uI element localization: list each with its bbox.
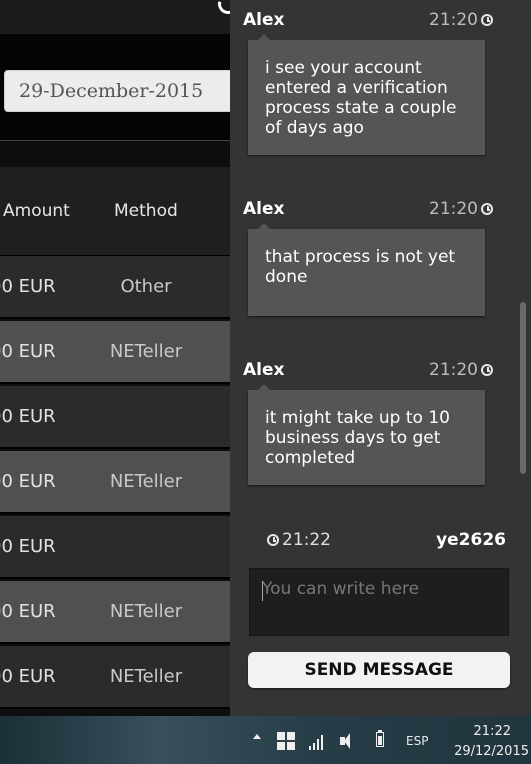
panel-topbar — [0, 0, 230, 34]
message-time: 21:20 — [429, 199, 493, 219]
table-row[interactable]: 00 EUR NETeller — [0, 451, 230, 514]
chat-panel: Alex 21:20 i see your account entered a … — [230, 0, 531, 716]
message-header: Alex 21:20 — [243, 199, 493, 223]
windows-flag-icon[interactable] — [277, 732, 295, 750]
send-message-button[interactable]: SEND MESSAGE — [248, 652, 510, 688]
table-header: Amount Method — [0, 167, 230, 256]
table-row[interactable]: 00 EUR — [0, 386, 230, 449]
sent-time: 21:22 — [267, 530, 331, 550]
column-header-amount[interactable]: Amount — [3, 201, 70, 221]
message-time: 21:20 — [429, 360, 493, 380]
volume-icon[interactable] — [340, 733, 354, 749]
amount-cell: 00 EUR — [0, 601, 56, 622]
sent-username: ye2626 — [436, 530, 506, 550]
message-bubble: i see your account entered a verificatio… — [248, 34, 485, 155]
method-cell: NETeller — [109, 601, 183, 622]
amount-cell: 00 EUR — [0, 471, 56, 492]
method-cell: Other — [120, 276, 172, 297]
language-indicator[interactable]: ESP — [406, 734, 428, 748]
table-row[interactable]: 00 EUR NETeller — [0, 646, 230, 709]
message-time: 21:20 — [429, 10, 493, 30]
amount-cell: 00 EUR — [0, 536, 56, 557]
battery-icon[interactable] — [376, 730, 384, 747]
amount-cell: 00 EUR — [0, 666, 56, 687]
show-hidden-icon[interactable] — [253, 734, 261, 739]
method-cell: NETeller — [109, 471, 183, 492]
message-bubble: that process is not yet done — [248, 223, 485, 316]
message-input[interactable]: You can write here — [249, 568, 509, 636]
amount-cell: 00 EUR — [0, 406, 56, 427]
table-row[interactable]: 00 EUR — [0, 516, 230, 579]
date-input[interactable]: 29-December-2015 — [4, 70, 230, 112]
message-text: that process is not yet done — [265, 247, 456, 287]
message-header: Alex 21:20 — [243, 10, 493, 34]
message-text: it might take up to 10 business days to … — [265, 408, 450, 468]
message-sender: Alex — [243, 360, 285, 380]
message-bubble: it might take up to 10 business days to … — [248, 384, 485, 485]
chat-scrollbar[interactable] — [520, 302, 526, 474]
clock-icon — [481, 203, 493, 215]
clock-icon — [481, 364, 493, 376]
message-text: i see your account entered a verificatio… — [265, 58, 457, 138]
deposits-panel: 29-December-2015 Amount Method 00 EUR Ot… — [0, 0, 230, 716]
table-row[interactable]: 00 EUR NETeller — [0, 581, 230, 644]
column-header-method[interactable]: Method — [114, 201, 178, 221]
clock-icon — [267, 534, 279, 546]
message-sender: Alex — [243, 10, 285, 30]
message-sender: Alex — [243, 199, 285, 219]
amount-cell: 00 EUR — [0, 276, 56, 297]
method-cell: NETeller — [109, 666, 183, 687]
signal-icon[interactable] — [309, 734, 325, 750]
taskbar-time[interactable]: 21:22 — [474, 724, 511, 739]
method-cell: NETeller — [109, 341, 183, 362]
amount-cell: 00 EUR — [0, 341, 56, 362]
table-row[interactable]: 00 EUR NETeller — [0, 321, 230, 384]
taskbar: ESP 21:22 29/12/2015 — [0, 716, 531, 764]
table-row[interactable]: 00 EUR Other — [0, 256, 230, 319]
message-header: Alex 21:20 — [243, 360, 493, 384]
clock-icon — [481, 14, 493, 26]
taskbar-date[interactable]: 29/12/2015 — [454, 744, 529, 759]
